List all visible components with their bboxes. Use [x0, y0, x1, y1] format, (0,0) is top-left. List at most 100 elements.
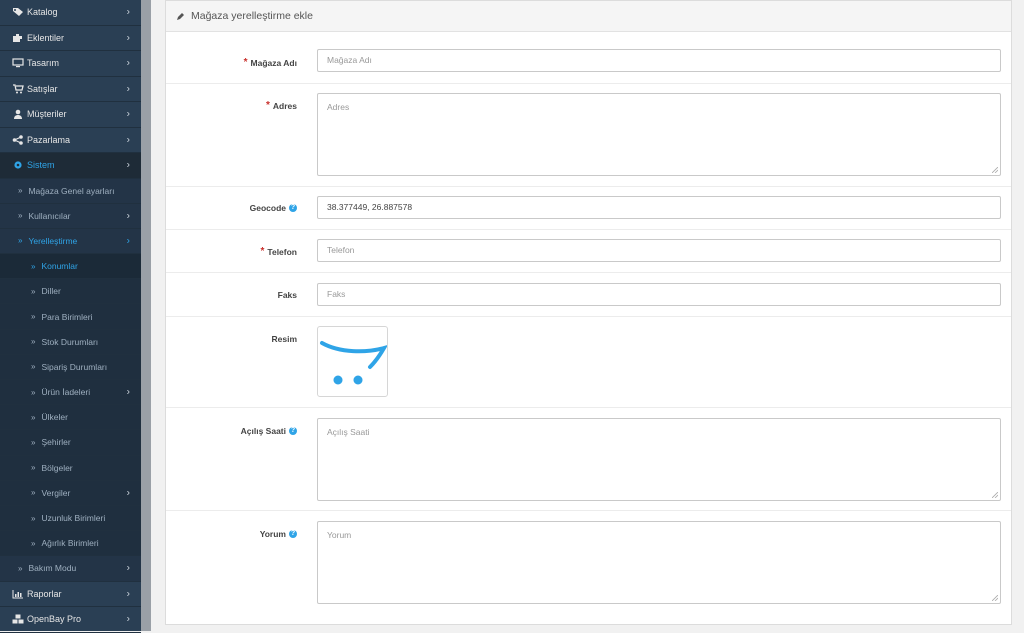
double-chevron-icon: » — [31, 387, 36, 397]
share-icon — [12, 134, 23, 145]
cubes-icon — [12, 614, 24, 624]
comment-label: Yorum ? — [260, 529, 297, 539]
sidebar-item-stok-durumlari[interactable]: » Stok Durumları — [0, 329, 141, 355]
sidebar-item-para-birimleri[interactable]: » Para Birimleri — [0, 304, 141, 330]
form-row-address: * Adres Adres — [166, 84, 1011, 187]
phone-input[interactable]: Telefon — [317, 239, 1001, 262]
sidebar-item-yerellestirme[interactable]: » Yerelleştirme › — [0, 228, 141, 255]
chevron-right-icon: › — [126, 83, 130, 95]
sidebar-item-label: Kullanıcılar — [28, 210, 71, 221]
image-label: Resim — [271, 334, 297, 344]
panel-title: Mağaza yerelleştirme ekle — [191, 10, 313, 22]
comment-placeholder: Yorum — [327, 530, 352, 540]
sidebar-item-urun-iadeleri[interactable]: » Ürün İadeleri › — [0, 380, 141, 406]
chevron-right-icon: › — [126, 487, 130, 499]
sidebar-item-label: Ülkeler — [41, 412, 68, 423]
sidebar-item-pazarlama[interactable]: Pazarlama › — [0, 128, 141, 153]
sidebar-item-konumlar[interactable]: » Konumlar — [0, 254, 141, 280]
sidebar-item-satislar[interactable]: Satışlar › — [0, 77, 141, 102]
double-chevron-icon: » — [18, 211, 23, 221]
gear-icon — [14, 161, 22, 169]
sidebar-item-label: Müşteriler — [27, 109, 67, 120]
sidebar-item-katalog[interactable]: Katalog › — [0, 0, 141, 26]
double-chevron-icon: » — [31, 488, 36, 498]
sidebar-item-openbay[interactable]: OpenBay Pro › — [0, 607, 141, 633]
help-icon[interactable]: ? — [289, 204, 297, 212]
double-chevron-icon: » — [31, 286, 36, 296]
sidebar-item-bakim-modu[interactable]: » Bakım Modu › — [0, 556, 141, 582]
sidebar-item-sehirler[interactable]: » Şehirler — [0, 430, 141, 456]
resize-grip-icon[interactable] — [992, 167, 998, 173]
double-chevron-icon: » — [31, 437, 36, 447]
sidebar-item-label: Katalog — [27, 7, 58, 18]
double-chevron-icon: » — [18, 236, 23, 246]
fax-label: Faks — [278, 290, 297, 300]
resize-grip-icon[interactable] — [992, 492, 998, 498]
address-placeholder: Adres — [327, 102, 350, 112]
help-icon[interactable]: ? — [289, 530, 297, 538]
fax-input[interactable]: Faks — [317, 283, 1001, 306]
cart-icon — [13, 84, 24, 94]
chevron-down-icon: › — [126, 159, 130, 171]
chevron-right-icon: › — [126, 210, 130, 222]
sidebar-item-label: Stok Durumları — [41, 336, 99, 347]
form-row-comment: Yorum ? Yorum — [166, 511, 1011, 616]
form-panel: Mağaza yerelleştirme ekle * Mağaza Adı M… — [165, 0, 1012, 625]
chevron-right-icon: › — [126, 562, 130, 574]
sidebar-item-diller[interactable]: » Diller — [0, 279, 141, 305]
help-icon[interactable]: ? — [289, 427, 297, 435]
sidebar-item-magaza-genel[interactable]: » Mağaza Genel ayarları — [0, 178, 141, 204]
sidebar-item-agirlik-birimleri[interactable]: » Ağırlık Birimleri — [0, 531, 141, 557]
form-row-geocode: Geocode ? 38.377449, 26.887578 — [166, 187, 1011, 230]
puzzle-icon — [13, 33, 22, 42]
chevron-right-icon: › — [126, 57, 130, 69]
name-label: * Mağaza Adı — [244, 57, 297, 68]
user-icon — [14, 109, 22, 120]
resize-grip-icon[interactable] — [992, 595, 998, 601]
sidebar-item-siparis-durumlari[interactable]: » Sipariş Durumları — [0, 354, 141, 380]
chevron-down-icon: › — [126, 235, 130, 247]
comment-textarea[interactable]: Yorum — [317, 521, 1001, 604]
form-row-fax: Faks Faks — [166, 273, 1011, 317]
double-chevron-icon: » — [31, 412, 36, 422]
address-textarea[interactable]: Adres — [317, 93, 1001, 176]
sidebar: Katalog › Eklentiler › Tasarım › Satışla… — [0, 0, 141, 633]
monitor-icon — [12, 58, 24, 68]
sidebar-item-label: Ürün İadeleri — [41, 387, 91, 398]
sidebar-item-eklentiler[interactable]: Eklentiler › — [0, 26, 141, 51]
double-chevron-icon: » — [18, 563, 23, 573]
sidebar-item-uzunluk-birimleri[interactable]: » Uzunluk Birimleri — [0, 505, 141, 532]
fax-label-text: Faks — [277, 290, 297, 300]
form-row-open: Açılış Saati ? Açılış Saati — [166, 408, 1011, 511]
sidebar-item-label: Şehirler — [41, 437, 71, 448]
panel-heading: Mağaza yerelleştirme ekle — [166, 1, 1011, 32]
sidebar-item-musteriler[interactable]: Müşteriler › — [0, 102, 141, 128]
double-chevron-icon: » — [31, 261, 36, 271]
image-thumbnail[interactable] — [317, 326, 389, 397]
sidebar-item-label: Sistem — [27, 160, 55, 171]
store-name-input[interactable]: Mağaza Adı — [317, 49, 1001, 72]
address-label-text: Adres — [272, 100, 297, 111]
open-label: Açılış Saati ? — [241, 426, 297, 436]
opencart-logo-icon — [320, 341, 389, 385]
sidebar-item-vergiler[interactable]: » Vergiler › — [0, 480, 141, 506]
sidebar-item-sistem[interactable]: Sistem › — [0, 153, 141, 179]
sidebar-item-kullanicilar[interactable]: » Kullanıcılar › — [0, 203, 141, 229]
sidebar-item-label: Raporlar — [27, 588, 62, 599]
sidebar-item-label: OpenBay Pro — [27, 614, 82, 625]
required-mark: * — [260, 246, 265, 257]
phone-label: * Telefon — [261, 246, 298, 257]
sidebar-item-raporlar[interactable]: Raporlar › — [0, 582, 141, 607]
sidebar-item-label: Para Birimleri — [41, 311, 93, 322]
chevron-right-icon: › — [126, 134, 130, 146]
opening-hours-textarea[interactable]: Açılış Saati — [317, 418, 1001, 501]
name-label-text: Mağaza Adı — [250, 57, 297, 68]
tags-icon — [13, 8, 23, 17]
sidebar-item-ulkeler[interactable]: » Ülkeler — [0, 405, 141, 431]
sidebar-scrollbar[interactable] — [141, 0, 151, 631]
double-chevron-icon: » — [18, 186, 23, 196]
comment-label-text: Yorum — [259, 529, 286, 539]
sidebar-item-bolgeler[interactable]: » Bölgeler — [0, 455, 141, 481]
geocode-input[interactable]: 38.377449, 26.887578 — [317, 196, 1001, 219]
sidebar-item-tasarim[interactable]: Tasarım › — [0, 51, 141, 77]
